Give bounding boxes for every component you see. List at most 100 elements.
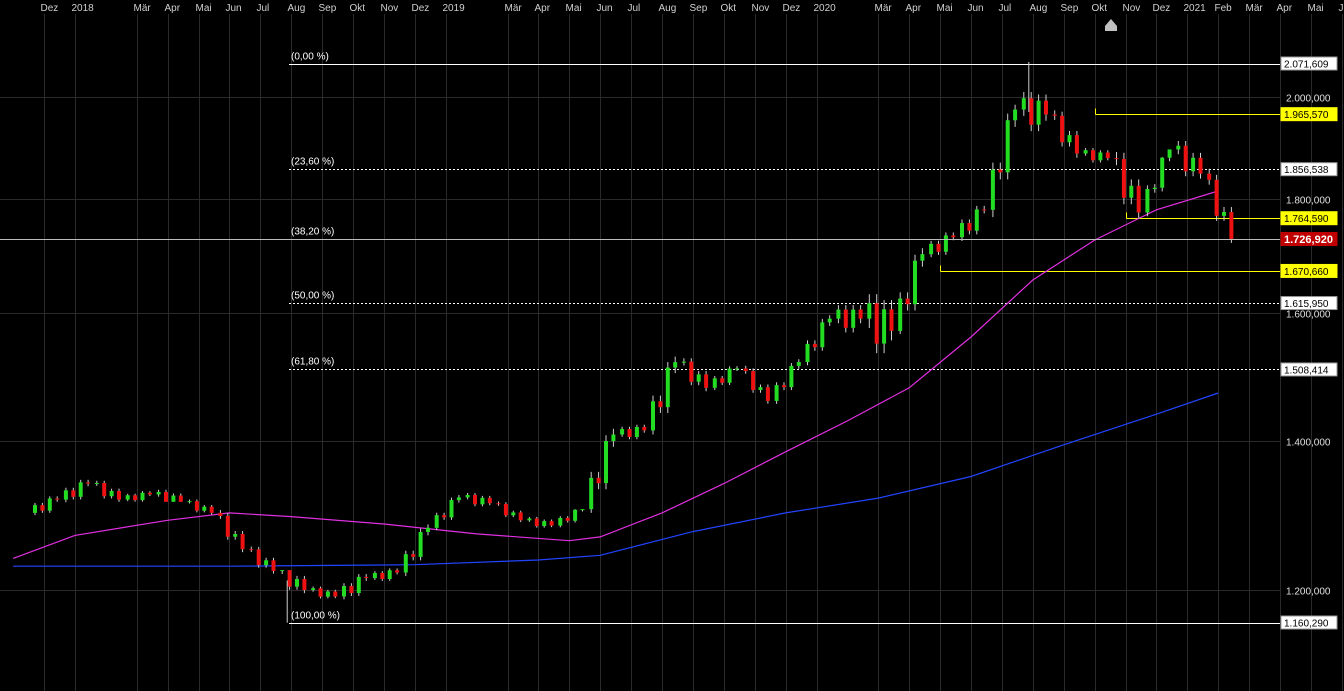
candle [1229, 207, 1234, 243]
candle [1005, 113, 1010, 180]
x-tick-label: Sep [690, 3, 708, 14]
candle [589, 471, 594, 513]
x-tick-label: Jul [999, 3, 1012, 14]
fib-level-label: (61,80 %) [291, 357, 334, 368]
x-tick-label: Jun [226, 3, 242, 14]
candle [974, 205, 979, 235]
x-tick-label: Mai [196, 3, 212, 14]
x-tick-label: Nov [752, 3, 770, 14]
x-tick-label: Mär [505, 3, 523, 14]
x-tick-label: Mai [1308, 3, 1324, 14]
candle [774, 382, 779, 404]
fib-level-label: (100,00 %) [291, 611, 340, 622]
candle [913, 254, 917, 311]
price-tag-label: 1.965,570 [1284, 110, 1329, 121]
x-tick-label: Mai [566, 3, 582, 14]
x-tick-label: 2020 [814, 3, 837, 14]
x-tick-label: Aug [1030, 3, 1048, 14]
candle [194, 499, 199, 513]
x-tick-label: Apr [165, 3, 181, 14]
x-tick-label: Dez [41, 3, 59, 14]
x-tick-label: Feb [1215, 3, 1233, 14]
price-tag-label: 1.726,920 [1284, 234, 1333, 246]
candle [140, 491, 145, 502]
candle [751, 368, 756, 393]
candle [403, 550, 408, 577]
x-tick-label: Mär [875, 3, 893, 14]
fib-level-label: (0,00 %) [291, 52, 329, 63]
price-tag-label: 1.508,414 [1284, 365, 1329, 376]
candle [651, 395, 655, 435]
price-tag-label: 1.670,660 [1284, 267, 1329, 278]
x-tick-label: Dez [1153, 3, 1171, 14]
candle [1214, 174, 1219, 221]
x-tick-label: Dez [412, 3, 430, 14]
x-tick-label: Apr [535, 3, 551, 14]
y-tick-label: 1.800,000 [1286, 196, 1331, 207]
y-tick-label: 1.400,000 [1286, 438, 1331, 449]
x-tick-label: Nov [381, 3, 399, 14]
candle [449, 497, 454, 520]
candle [820, 318, 825, 351]
candle [1121, 152, 1126, 205]
candle [727, 366, 732, 386]
fib-level-label: (50,00 %) [291, 291, 334, 302]
candle [604, 435, 608, 490]
x-tick-label: Okt [1092, 3, 1108, 14]
price-tag-label: 1.160,290 [1284, 619, 1329, 630]
y-tick-label: 1.200,000 [1286, 587, 1331, 598]
candle [256, 546, 261, 568]
x-tick-label: Jun [597, 3, 613, 14]
x-tick-label: Jul [628, 3, 641, 14]
price-tag-label: 1.764,590 [1284, 214, 1329, 225]
candle [805, 340, 810, 366]
x-tick-label: Dez [783, 3, 801, 14]
candle [418, 528, 423, 561]
candle [434, 512, 439, 531]
candle [1060, 111, 1065, 147]
x-tick-label: Okt [350, 3, 366, 14]
fib-level-label: (23,60 %) [291, 157, 334, 168]
candle [689, 358, 694, 386]
candle [534, 516, 539, 528]
y-tick-label: 1.600,000 [1286, 310, 1331, 321]
x-tick-label: Aug [659, 3, 677, 14]
x-tick-label: 2021 [1184, 3, 1207, 14]
candle [573, 509, 578, 523]
candle [473, 492, 477, 507]
candle [387, 568, 392, 581]
candle [943, 232, 948, 255]
x-tick-label: Sep [319, 3, 337, 14]
x-tick-label: 2018 [72, 3, 95, 14]
candle [990, 162, 995, 218]
candle [765, 384, 770, 404]
price-tag-label: 1.615,950 [1284, 299, 1329, 310]
candle [356, 574, 361, 596]
price-tag-label: 1.856,538 [1284, 165, 1329, 176]
x-tick-label: Jul [257, 3, 270, 14]
candle [47, 496, 52, 513]
x-tick-label: Mär [1246, 3, 1264, 14]
x-tick-label: Mai [937, 3, 953, 14]
x-tick-label: Aug [288, 3, 306, 14]
x-tick-label: Nov [1123, 3, 1141, 14]
candle [102, 480, 107, 499]
fib-level-label: (38,20 %) [291, 227, 334, 238]
x-tick-label: Jun [968, 3, 984, 14]
candle [789, 363, 794, 391]
y-tick-label: 2.000,000 [1286, 94, 1331, 105]
candle [318, 586, 323, 599]
candle [1183, 140, 1188, 177]
candle [225, 513, 230, 540]
price-chart[interactable]: Dez 2018 Mär Apr Mai Jun Jul Aug Sep Okt Nov Dez 201… [0, 0, 1344, 691]
x-tick-label: Jun [1339, 3, 1344, 14]
price-tag-label: 2.071,609 [1284, 60, 1329, 71]
x-tick-label: Okt [721, 3, 737, 14]
candle [898, 292, 903, 334]
x-tick-label: 2019 [443, 3, 466, 14]
x-tick-label: Apr [906, 3, 922, 14]
candle [503, 502, 508, 518]
candle [1145, 185, 1150, 217]
candle [78, 479, 83, 500]
x-tick-label: Apr [1277, 3, 1293, 14]
